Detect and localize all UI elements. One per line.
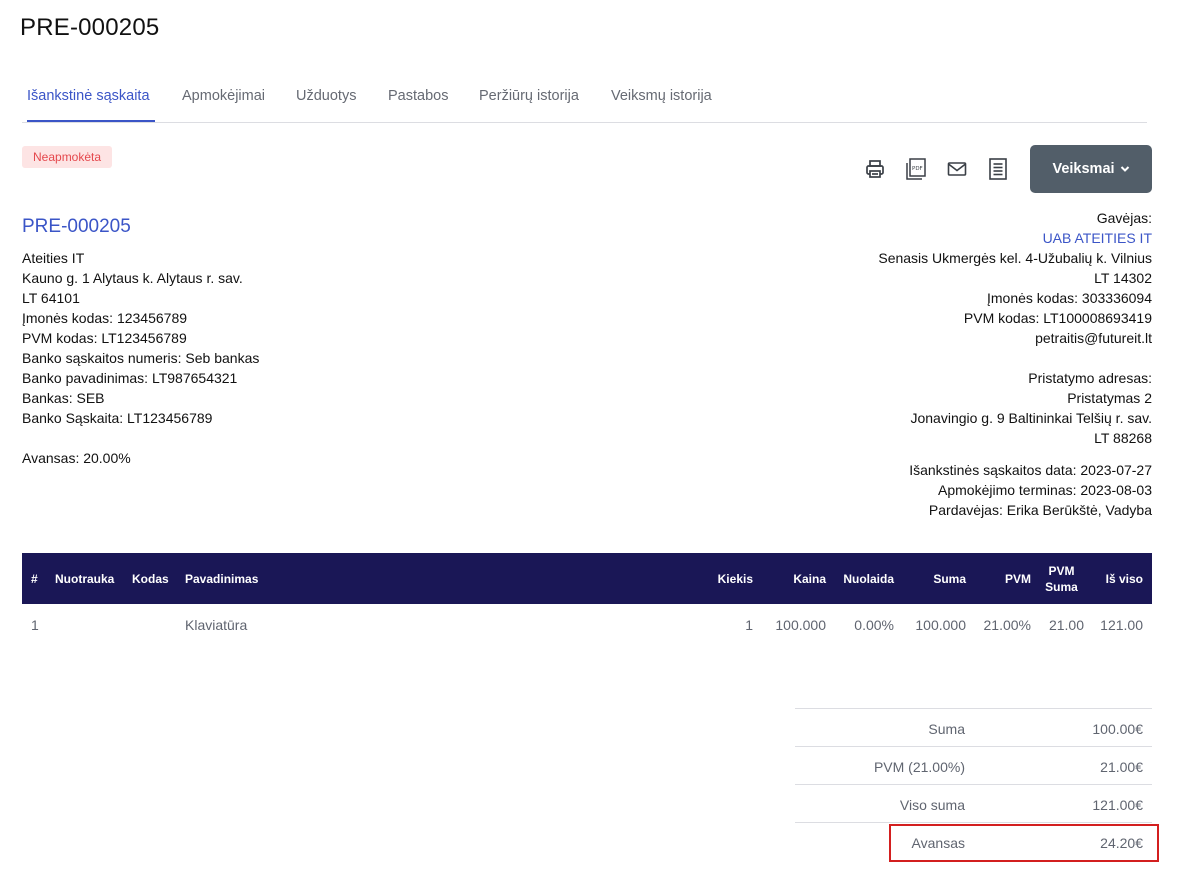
salesperson: Pardavėjas: Erika Berūkštė, Vadyba: [928, 502, 1152, 518]
tab-notes[interactable]: Pastabos: [388, 88, 448, 104]
invoice-number: PRE-000205: [22, 216, 131, 237]
invoice-date: Išankstinės sąskaitos data: 2023-07-27: [909, 462, 1152, 478]
totals-sum-label: Suma: [928, 721, 965, 737]
totals-vat-label: PVM (21.00%): [873, 759, 965, 775]
totals-row-grand: Viso suma 121.00€: [795, 785, 1152, 823]
cell-image: [51, 604, 128, 645]
seller-bank-name: Banko pavadinimas: LT987654321: [22, 370, 238, 386]
totals-row-sum: Suma 100.00€: [795, 709, 1152, 747]
mail-icon[interactable]: [944, 156, 970, 182]
cell-vat: 21.00%: [983, 616, 1031, 633]
cell-num: 1: [31, 616, 39, 633]
actions-button[interactable]: Veiksmai: [1030, 145, 1152, 193]
col-header-discount: Nuolaida: [830, 553, 898, 604]
delivery-address-label: Pristatymo adresas:: [1028, 370, 1152, 386]
svg-text:PDF: PDF: [912, 166, 923, 172]
page-title: PRE-000205: [20, 14, 160, 41]
payment-term: Apmokėjimo terminas: 2023-08-03: [938, 482, 1152, 498]
advance-percentage: Avansas: 20.00%: [22, 450, 131, 466]
delivery-postcode: LT 88268: [1094, 430, 1152, 446]
cell-qty: 1: [745, 616, 753, 633]
cell-price: 100.000: [775, 616, 826, 633]
buyer-company-code: Įmonės kodas: 303336094: [986, 290, 1152, 306]
seller-bank-account: Banko Sąskaita: LT123456789: [22, 410, 213, 426]
col-header-num: #: [22, 553, 51, 604]
buyer-details: Gavėjas: UAB ATEITIES IT Senasis Ukmergė…: [878, 208, 1152, 520]
tab-bar: Išankstinė sąskaita Apmokėjimai Užduotys…: [22, 78, 1147, 123]
tab-payments[interactable]: Apmokėjimai: [182, 88, 265, 104]
buyer-postcode: LT 14302: [1094, 270, 1152, 286]
tab-action-history[interactable]: Veiksmų istorija: [611, 88, 712, 104]
seller-address: Kauno g. 1 Alytaus k. Alytaus r. sav.: [22, 270, 243, 286]
col-header-name: Pavadinimas: [181, 553, 702, 604]
chevron-down-icon: [1120, 166, 1129, 172]
col-header-price: Kaina: [757, 553, 830, 604]
table-header-row: # Nuotrauka Kodas Pavadinimas Kiekis Kai…: [22, 553, 1152, 604]
cell-total: 121.00: [1100, 616, 1143, 633]
seller-vat-code: PVM kodas: LT123456789: [22, 330, 187, 346]
buyer-name-link[interactable]: UAB ATEITIES IT: [878, 228, 1152, 248]
col-header-sum: Suma: [898, 553, 970, 604]
col-header-qty: Kiekis: [702, 553, 757, 604]
pdf-icon[interactable]: PDF: [903, 156, 929, 182]
advance-highlight-box: [889, 824, 1159, 862]
buyer-vat-code: PVM kodas: LT100008693419: [963, 310, 1152, 326]
col-header-total: Iš viso: [1088, 553, 1152, 604]
col-header-vat: PVM: [970, 553, 1035, 604]
printer-icon[interactable]: [862, 156, 888, 182]
seller-bank-account-number: Banko sąskaitos numeris: Seb bankas: [22, 350, 260, 366]
cell-sum: 100.000: [915, 616, 966, 633]
receipt-icon[interactable]: [985, 156, 1011, 182]
col-header-vat-sum-line1: PVM: [1048, 563, 1075, 578]
seller-company-code: Įmonės kodas: 123456789: [22, 310, 188, 326]
buyer-label: Gavėjas:: [1096, 210, 1152, 226]
totals-row-vat: PVM (21.00%) 21.00€: [795, 747, 1152, 785]
table-row: 1 Klaviatūra 1 100.000 0.00% 100.000 21.…: [22, 604, 1152, 645]
col-header-code: Kodas: [128, 553, 181, 604]
buyer-email: petraitis@futureit.lt: [1035, 330, 1152, 346]
items-table: # Nuotrauka Kodas Pavadinimas Kiekis Kai…: [22, 553, 1152, 645]
tab-view-history[interactable]: Peržiūrų istorija: [479, 88, 579, 104]
delivery-address: Jonavingio g. 9 Baltininkai Telšių r. sa…: [910, 410, 1152, 426]
active-tab-indicator: [27, 120, 155, 122]
col-header-vat-sum: PVM Suma: [1035, 553, 1088, 604]
seller-bank: Bankas: SEB: [22, 390, 105, 406]
cell-discount: 0.00%: [854, 616, 894, 633]
totals-grand-value: 121.00€: [1092, 797, 1143, 813]
cell-vat-sum: 21.00: [1048, 616, 1084, 633]
col-header-image: Nuotrauka: [51, 553, 128, 604]
tab-advance-invoice[interactable]: Išankstinė sąskaita: [27, 88, 150, 104]
status-badge: Neapmokėta: [22, 146, 113, 168]
seller-postcode: LT 64101: [22, 290, 80, 306]
totals-vat-value: 21.00€: [1100, 759, 1143, 775]
buyer-address: Senasis Ukmergės kel. 4-Užubalių k. Viln…: [878, 250, 1152, 266]
totals-sum-value: 100.00€: [1092, 721, 1143, 737]
cell-code: [128, 604, 181, 645]
seller-name: Ateities IT: [22, 250, 85, 266]
col-header-vat-sum-line2: Suma: [1045, 579, 1078, 594]
totals-grand-label: Viso suma: [899, 797, 965, 813]
actions-button-label: Veiksmai: [1052, 161, 1115, 177]
seller-details: Ateities IT Kauno g. 1 Alytaus k. Alytau…: [22, 248, 259, 468]
delivery-name: Pristatymas 2: [1067, 390, 1152, 406]
cell-name: Klaviatūra: [185, 616, 248, 633]
tab-tasks[interactable]: Užduotys: [296, 88, 356, 104]
